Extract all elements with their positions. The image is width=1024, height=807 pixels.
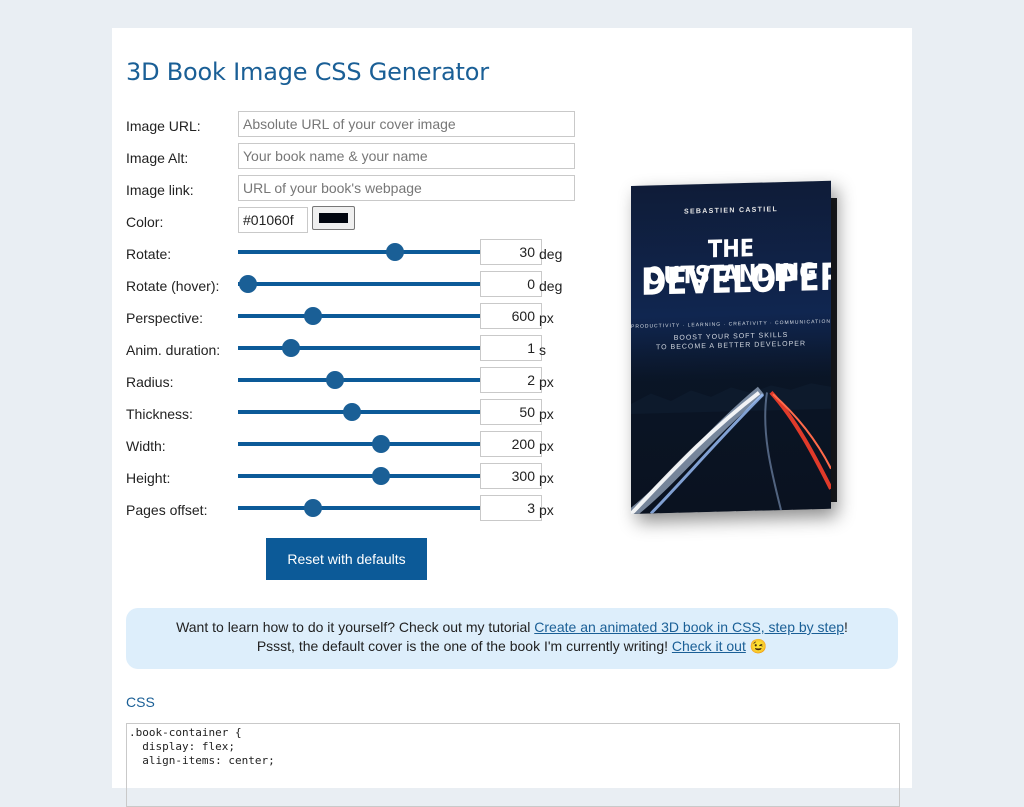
slider-thumb[interactable] (282, 339, 301, 357)
color-swatch (319, 213, 348, 223)
image-url-input[interactable] (238, 111, 575, 137)
note-line1-suffix: ! (844, 619, 848, 635)
slider-row: Width: px (126, 431, 586, 463)
slider-track (238, 506, 480, 510)
css-code-output[interactable]: .book-container { display: flex; align-i… (126, 723, 900, 807)
slider-value-input[interactable] (480, 399, 542, 425)
range-slider[interactable] (238, 499, 480, 517)
slider-value-input[interactable] (480, 239, 542, 265)
color-hex-input[interactable] (238, 207, 308, 233)
slider-row: Radius: px (126, 367, 586, 399)
slider-label: Thickness: (126, 406, 193, 422)
slider-unit: px (539, 406, 554, 422)
slider-value-input[interactable] (480, 463, 542, 489)
generator-card: 3D Book Image CSS Generator Image URL: I… (112, 28, 912, 807)
slider-row: Rotate: deg (126, 239, 586, 271)
slider-unit: s (539, 342, 546, 358)
slider-thumb[interactable] (304, 499, 323, 517)
book-author: SEBASTIEN CASTIEL (683, 206, 779, 216)
slider-unit: px (539, 438, 554, 454)
slider-row: Perspective: px (126, 303, 586, 335)
light-trails-image (631, 338, 831, 514)
note-line1-text: Want to learn how to do it yourself? Che… (176, 619, 535, 635)
range-slider[interactable] (238, 371, 480, 389)
slider-thumb[interactable] (342, 403, 361, 421)
image-link-row: Image link: (126, 175, 586, 207)
slider-track (238, 250, 480, 254)
image-url-label: Image URL: (126, 118, 201, 134)
check-it-out-link[interactable]: Check it out (672, 638, 746, 654)
range-slider[interactable] (238, 307, 480, 325)
slider-label: Height: (126, 470, 171, 486)
slider-track (238, 474, 480, 478)
slider-label: Radius: (126, 374, 174, 390)
book-cover: SEBASTIEN CASTIEL THE OUTSTANDING DEVELO… (631, 180, 831, 514)
range-slider[interactable] (238, 243, 480, 261)
slider-unit: deg (539, 246, 563, 262)
color-row: Color: (126, 206, 586, 239)
slider-thumb[interactable] (325, 371, 344, 389)
css-heading: CSS (126, 694, 155, 710)
slider-track (238, 346, 480, 350)
range-slider[interactable] (238, 435, 480, 453)
slider-thumb[interactable] (371, 435, 390, 453)
book-title-line2: DEVELOPER (641, 255, 831, 305)
slider-label: Pages offset: (126, 502, 208, 518)
slider-unit: deg (539, 278, 563, 294)
slider-track (238, 282, 480, 286)
slider-row: Thickness: px (126, 399, 586, 431)
image-alt-input[interactable] (238, 143, 575, 169)
tutorial-note: Want to learn how to do it yourself? Che… (126, 608, 898, 669)
reset-defaults-button[interactable]: Reset with defaults (266, 538, 427, 580)
slider-label: Rotate (hover): (126, 278, 220, 294)
slider-track (238, 378, 480, 382)
color-label: Color: (126, 214, 164, 230)
slider-label: Perspective: (126, 310, 204, 326)
settings-form: Image URL: Image Alt: Image link: Color:… (126, 111, 586, 527)
book-preview[interactable]: SEBASTIEN CASTIEL THE OUTSTANDING DEVELO… (631, 180, 837, 514)
slider-value-input[interactable] (480, 335, 542, 361)
slider-label: Width: (126, 438, 166, 454)
slider-thumb[interactable] (304, 307, 323, 325)
slider-unit: px (539, 470, 554, 486)
slider-unit: px (539, 374, 554, 390)
range-slider[interactable] (238, 339, 480, 357)
note-line2: Pssst, the default cover is the one of t… (126, 637, 898, 656)
range-slider[interactable] (238, 403, 480, 421)
image-alt-label: Image Alt: (126, 150, 189, 166)
image-url-row: Image URL: (126, 111, 586, 143)
color-picker-button[interactable] (312, 206, 355, 230)
slider-thumb[interactable] (371, 467, 390, 485)
note-line2-text: Pssst, the default cover is the one of t… (256, 638, 672, 654)
tutorial-link[interactable]: Create an animated 3D book in CSS, step … (534, 619, 844, 635)
slider-value-input[interactable] (480, 431, 542, 457)
slider-thumb[interactable] (386, 243, 405, 261)
slider-row: Rotate (hover): deg (126, 271, 586, 303)
slider-unit: px (539, 310, 554, 326)
slider-label: Rotate: (126, 246, 172, 262)
slider-track (238, 442, 480, 446)
slider-value-input[interactable] (480, 271, 542, 297)
slider-value-input[interactable] (480, 303, 542, 329)
note-line1: Want to learn how to do it yourself? Che… (126, 618, 898, 637)
slider-row: Height: px (126, 463, 586, 495)
image-link-label: Image link: (126, 182, 194, 198)
book-tagline: PRODUCTIVITY · LEARNING · CREATIVITY · C… (631, 318, 831, 330)
page-title: 3D Book Image CSS Generator (126, 58, 489, 86)
slider-label: Anim. duration: (126, 342, 221, 358)
image-alt-row: Image Alt: (126, 143, 586, 175)
slider-thumb[interactable] (238, 275, 257, 293)
slider-row: Anim. duration: s (126, 335, 586, 367)
image-link-input[interactable] (238, 175, 575, 201)
range-slider[interactable] (238, 275, 480, 293)
slider-row: Pages offset: px (126, 495, 586, 527)
slider-value-input[interactable] (480, 367, 542, 393)
slider-unit: px (539, 502, 554, 518)
slider-rows: Rotate: deg Rotate (hover): deg Perspective:… (126, 239, 586, 527)
wink-emoji-icon: 😉 (749, 638, 768, 654)
range-slider[interactable] (238, 467, 480, 485)
slider-value-input[interactable] (480, 495, 542, 521)
slider-track (238, 314, 480, 318)
